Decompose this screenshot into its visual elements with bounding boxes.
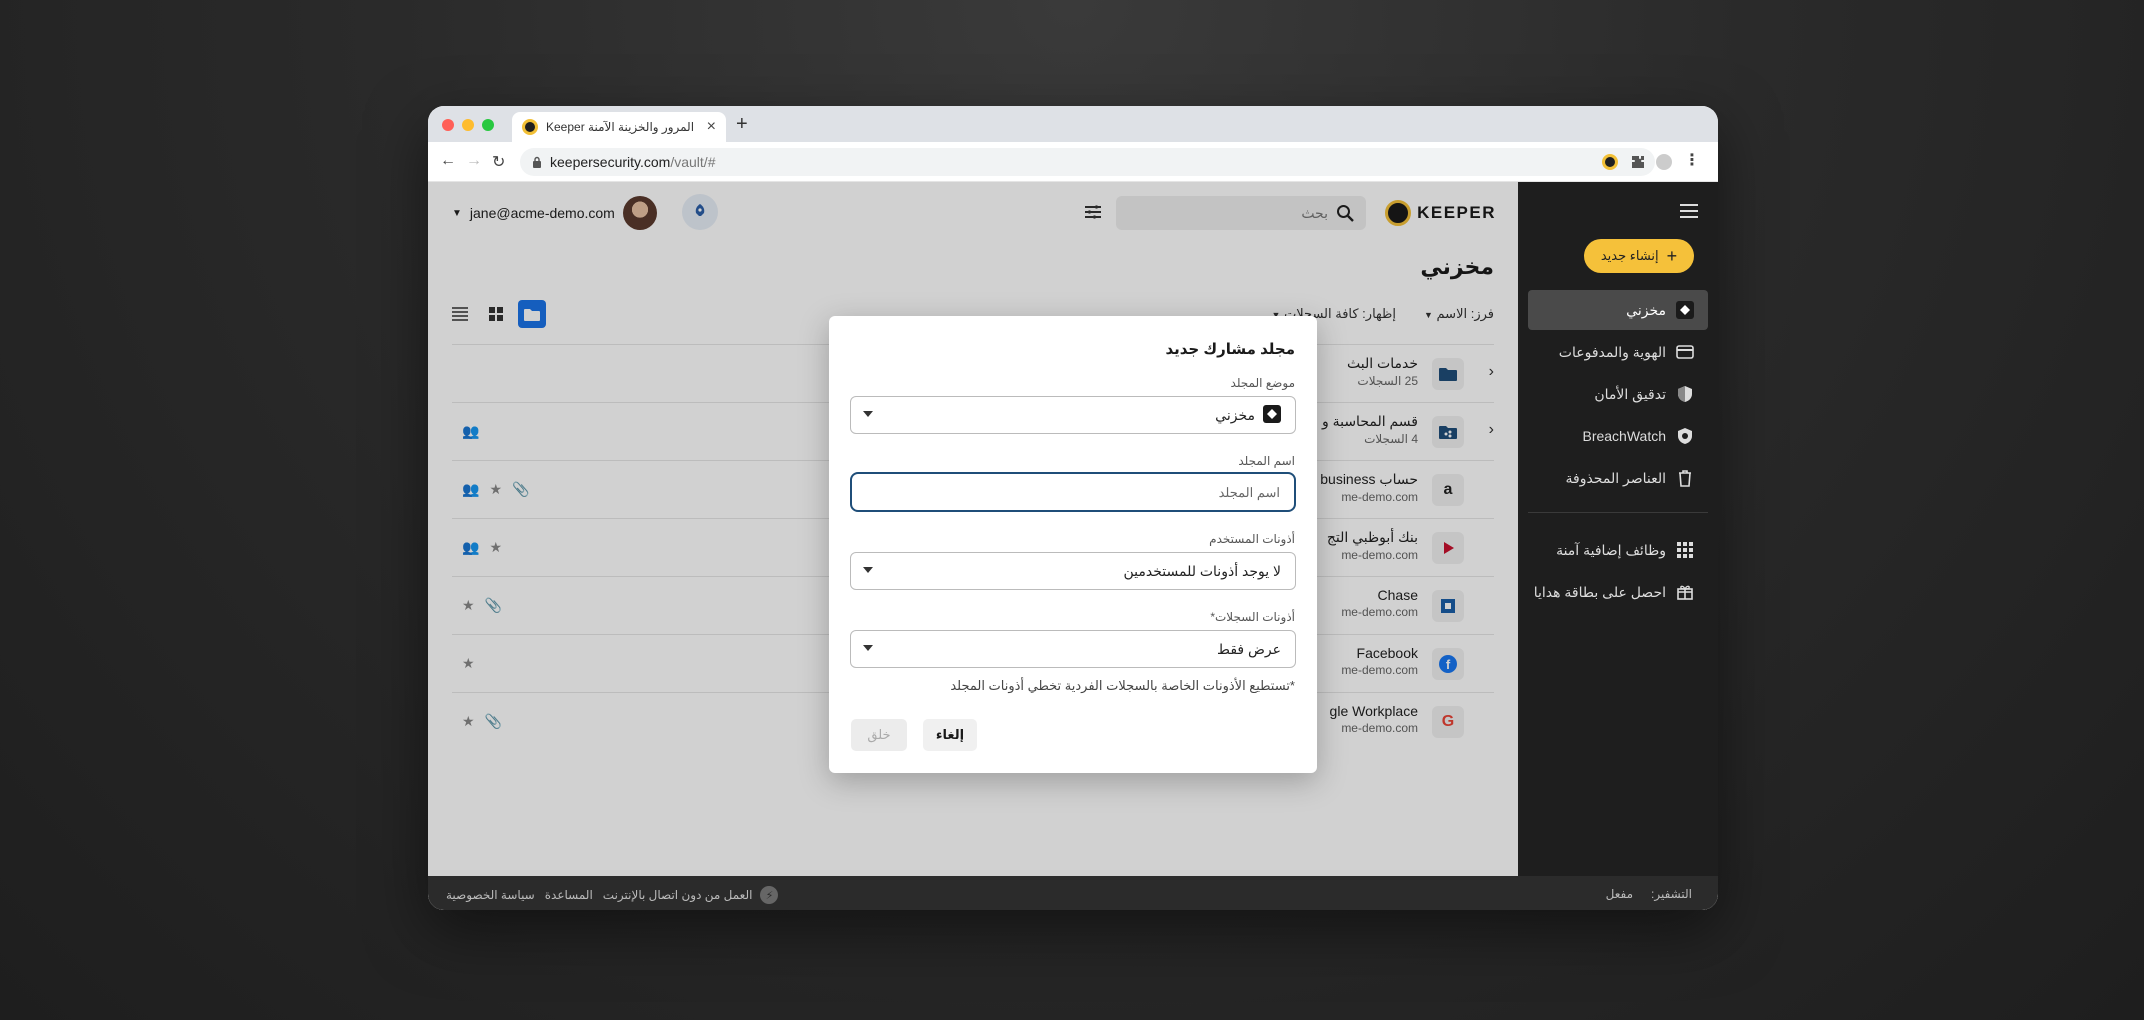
footer-links: ⚡ العمل من دون اتصال بالإنترنت المساعدة … [446,886,779,904]
sidebar-item-label: وظائف إضافية آمنة [1556,541,1666,558]
sidebar-item-label: احصل على بطاقة هدايا [1533,583,1666,600]
forward-icon[interactable]: → [466,152,482,170]
reload-icon[interactable]: ↻ [492,152,505,172]
record-permissions-value: عرض فقط [1217,640,1281,657]
grid-icon [1676,541,1694,559]
gift-icon [1676,583,1694,601]
encryption-status: التشفير: مفعل [1606,887,1692,901]
create-button[interactable]: خلق [851,719,907,751]
breachwatch-icon [1676,427,1694,445]
sidebar-divider [1528,512,1708,513]
offline-mode-link[interactable]: ⚡ العمل من دون اتصال بالإنترنت [603,886,779,904]
user-permissions-value: لا يوجد أذونات للمستخدمين [1123,562,1282,579]
caret-down-icon [863,645,873,651]
folder-location-value: مخزني [1215,406,1255,423]
encryption-value: مفعل [1605,887,1634,901]
url-path: /vault/# [670,154,716,170]
sidebar-item-addons[interactable]: وظائف إضافية آمنة [1528,530,1708,570]
record-permissions-select[interactable]: عرض فقط [850,630,1296,668]
offline-label: العمل من دون اتصال بالإنترنت [602,888,753,902]
user-permissions-select[interactable]: لا يوجد أذونات للمستخدمين [850,552,1296,590]
sidebar-item-gift-card[interactable]: احصل على بطاقة هدايا [1528,572,1708,612]
address-bar[interactable]: keepersecurity.com/vault/# [520,148,1655,176]
sidebar-item-label: مخزني [1626,301,1666,318]
permissions-note: *تستطيع الأذونات الخاصة بالسجلات الفردية… [950,678,1295,693]
url-host: keepersecurity.com [550,154,671,170]
card-icon [1676,343,1694,361]
footer: ⚡ العمل من دون اتصال بالإنترنت المساعدة … [428,876,1718,910]
back-icon[interactable]: ← [440,152,456,170]
trash-icon [1676,469,1694,487]
browser-toolbar: ← → ↻ keepersecurity.com/vault/# ⋮ [428,142,1718,182]
shield-icon [1676,385,1694,403]
tab-title: المرور والخزينة الآمنة Keeper [546,120,695,134]
browser-menu-icon[interactable]: ⋮ [1684,150,1700,170]
plus-icon: + [1666,246,1678,266]
sidebar-item-label: تدقيق الأمان [1594,385,1666,402]
lock-icon [533,156,541,168]
help-link[interactable]: المساعدة [545,888,593,902]
sidebar-item-label: الهوية والمدفوعات [1558,343,1666,360]
sidebar-item-vault[interactable]: مخزني [1528,290,1708,330]
tab-bar: المرور والخزينة الآمنة Keeper × + [428,106,1718,142]
sidebar-item-label: BreachWatch [1582,428,1666,444]
new-tab-button[interactable]: + [736,114,748,134]
vault-icon [1676,301,1694,319]
caret-down-icon [863,411,873,417]
sidebar-item-identity[interactable]: الهوية والمدفوعات [1528,332,1708,372]
folder-location-label: موضع المجلد [1230,376,1295,390]
close-window-button[interactable] [442,119,454,131]
encryption-label: التشفير: [1651,887,1692,901]
sidebar-item-deleted[interactable]: العناصر المحذوفة [1528,458,1708,498]
keeper-extension-icon[interactable] [1602,154,1618,170]
lightning-icon: ⚡ [760,886,779,904]
dialog-title: مجلد مشارك جديد [1165,341,1295,358]
browser-tab[interactable]: المرور والخزينة الآمنة Keeper × [512,112,726,142]
user-permissions-label: أذونات المستخدم [1209,532,1295,546]
folder-location-select[interactable]: مخزني [850,396,1296,434]
create-new-label: إنشاء جديد [1600,248,1659,263]
cancel-button[interactable]: إلغاء [923,719,977,751]
minimize-window-button[interactable] [462,119,474,131]
puzzle-icon[interactable] [1630,154,1646,170]
folder-name-label: اسم المجلد [1238,454,1295,468]
profile-icon[interactable] [1656,154,1672,170]
vault-icon [1263,404,1281,426]
record-permissions-label: أذونات السجلات* [1210,610,1295,624]
sidebar-item-breachwatch[interactable]: BreachWatch [1528,416,1708,456]
hamburger-menu-icon[interactable] [1680,204,1698,222]
folder-name-input[interactable] [850,472,1296,512]
caret-down-icon [863,567,873,573]
maximize-window-button[interactable] [482,119,494,131]
close-tab-icon[interactable]: × [707,119,716,135]
create-new-button[interactable]: + إنشاء جديد [1584,239,1694,273]
new-shared-folder-dialog: مجلد مشارك جديد موضع المجلد مخزني اسم ال… [829,316,1317,773]
keeper-favicon-icon [522,119,538,135]
sidebar-item-security-audit[interactable]: تدقيق الأمان [1528,374,1708,414]
privacy-link[interactable]: سياسة الخصوصية [446,888,535,902]
sidebar: + إنشاء جديد مخزني الهوية والمدفوعات تدق… [1518,182,1718,876]
sidebar-item-label: العناصر المحذوفة [1565,469,1667,486]
